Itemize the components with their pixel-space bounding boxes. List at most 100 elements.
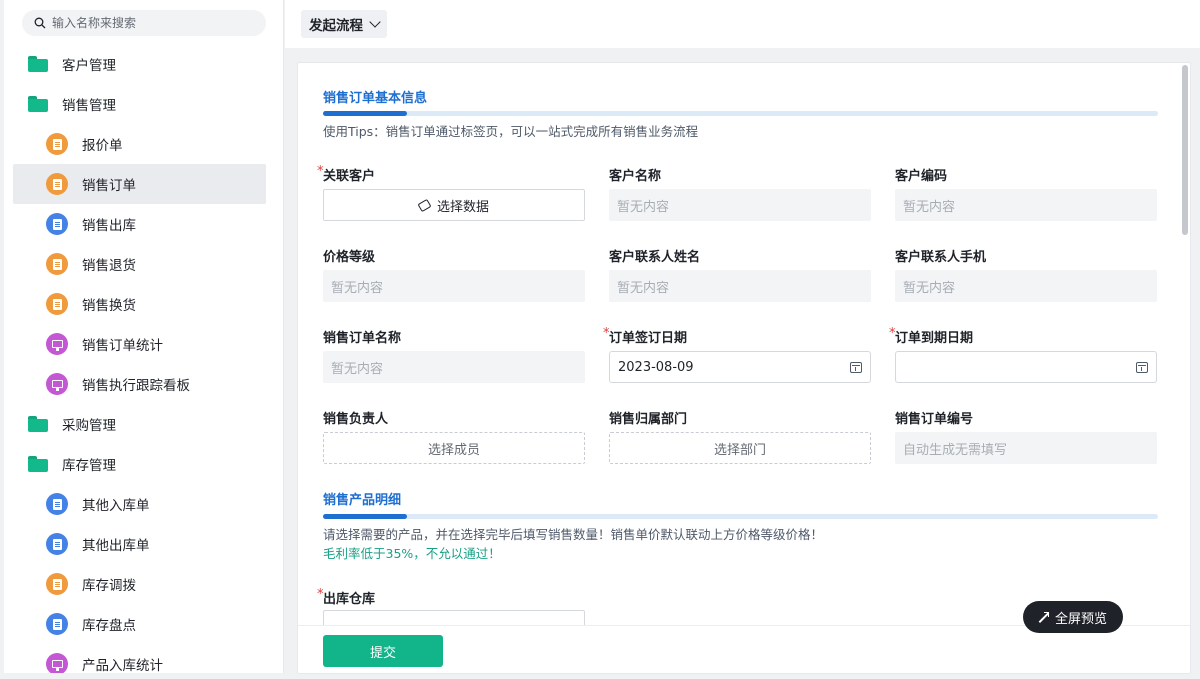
required-mark: *: [317, 164, 324, 179]
expand-icon: [1039, 612, 1049, 622]
search-input[interactable]: [52, 16, 252, 30]
sign-date-value: 2023-08-09: [618, 359, 694, 375]
nav-tree: 客户管理销售管理报价单 销售订单销售出库销售退货销售换货销售订单统计销售执行跟踪看…: [4, 44, 283, 673]
section-title-products: 销售产品明细: [323, 493, 402, 508]
calendar-icon[interactable]: [1136, 362, 1148, 373]
label-customer-code: 客户编码: [895, 169, 948, 184]
label-sign-date: * 订单签订日期: [603, 326, 688, 346]
customer-name-field: 暂无内容: [609, 189, 871, 221]
sidebar-item-4[interactable]: 销售出库: [4, 204, 283, 244]
label-price-level: 价格等级: [323, 250, 376, 265]
order-name-field: 暂无内容: [323, 351, 585, 383]
dashboard-icon: [46, 333, 68, 355]
section-title-basic: 销售订单基本信息: [323, 91, 428, 106]
document-icon: [46, 533, 68, 555]
section-divider-products: [323, 514, 1158, 519]
due-date-input[interactable]: [895, 351, 1157, 383]
search-box[interactable]: [22, 10, 266, 36]
label-owner: 销售负责人: [323, 412, 389, 427]
select-department-button[interactable]: 选择部门: [609, 432, 871, 464]
fullscreen-preview-button[interactable]: 全屏预览: [1023, 601, 1123, 633]
dashboard-icon: [46, 373, 68, 395]
label-department: 销售归属部门: [609, 412, 688, 427]
calendar-icon[interactable]: [850, 362, 862, 373]
select-data-button[interactable]: 选择数据: [323, 189, 585, 221]
document-icon: [46, 213, 68, 235]
required-mark: *: [317, 587, 324, 602]
margin-warning: 毛利率低于35%，不允以通过！: [323, 546, 501, 561]
sidebar-item-label: 销售出库: [82, 218, 136, 234]
select-data-label: 选择数据: [436, 199, 489, 215]
chevron-down-icon: [369, 16, 381, 28]
label-order-name: 销售订单名称: [323, 331, 402, 346]
folder-icon: [28, 96, 48, 112]
sidebar-item-label: 产品入库统计: [82, 658, 163, 673]
sidebar: 客户管理销售管理报价单销售订单销售出库销售退货销售换货销售订单统计销售执行跟踪看…: [4, 0, 284, 673]
sidebar-item-label: 库存调拨: [82, 578, 136, 594]
label-customer-name: 客户名称: [609, 169, 662, 184]
label-order-no: 销售订单编号: [895, 412, 974, 427]
submit-button[interactable]: 提交: [323, 635, 443, 667]
top-bar: 发起流程: [285, 0, 1200, 48]
sidebar-item-label: 其他入库单: [82, 498, 150, 514]
sidebar-item-0[interactable]: 客户管理: [4, 44, 283, 84]
sidebar-item-label: 库存盘点: [82, 618, 136, 634]
sign-date-input[interactable]: 2023-08-09: [609, 351, 871, 383]
start-flow-button[interactable]: 发起流程: [301, 10, 387, 38]
required-mark: *: [603, 326, 610, 341]
folder-icon: [28, 456, 48, 472]
label-contact-phone: 客户联系人手机: [895, 250, 987, 265]
sidebar-item-label: 其他出库单: [82, 538, 150, 554]
order-no-field: 自动生成无需填写: [895, 432, 1157, 464]
sidebar-item-12[interactable]: 其他出库单: [4, 524, 283, 564]
sidebar-item-2[interactable]: 报价单: [4, 124, 283, 164]
sidebar-item-1[interactable]: 销售管理: [4, 84, 283, 124]
sidebar-item-8[interactable]: 销售执行跟踪看板: [4, 364, 283, 404]
sidebar-item-15[interactable]: 产品入库统计: [4, 644, 283, 673]
folder-icon: [28, 416, 48, 432]
sidebar-item-6[interactable]: 销售换货: [4, 284, 283, 324]
label-warehouse: * 出库仓库: [317, 587, 376, 607]
sidebar-item-label: 库存管理: [62, 458, 116, 474]
document-icon: [46, 613, 68, 635]
document-icon: [46, 293, 68, 315]
sidebar-item-5[interactable]: 销售退货: [4, 244, 283, 284]
document-icon: [46, 173, 68, 195]
sidebar-item-label: 销售执行跟踪看板: [82, 378, 190, 394]
sidebar-item-label: 销售管理: [62, 98, 116, 114]
sidebar-item-10[interactable]: 库存管理: [4, 444, 283, 484]
sidebar-item-14[interactable]: 库存盘点: [4, 604, 283, 644]
contact-phone-field: 暂无内容: [895, 270, 1157, 302]
sidebar-item-11[interactable]: 其他入库单: [4, 484, 283, 524]
customer-code-field: 暂无内容: [895, 189, 1157, 221]
label-contact-name: 客户联系人姓名: [609, 250, 701, 265]
form-panel: 销售订单基本信息 使用Tips：销售订单通过标签页，可以一站式完成所有销售业务流…: [297, 62, 1191, 674]
contact-name-field: 暂无内容: [609, 270, 871, 302]
sidebar-item-label: 销售换货: [82, 298, 136, 314]
sidebar-item-13[interactable]: 库存调拨: [4, 564, 283, 604]
sidebar-item-7[interactable]: 销售订单统计: [4, 324, 283, 364]
search-icon: [34, 17, 46, 29]
document-icon: [46, 253, 68, 275]
document-icon: [46, 573, 68, 595]
label-customer-link: * 关联客户: [317, 164, 376, 184]
sidebar-item-label: 客户管理: [62, 58, 116, 74]
dashboard-icon: [46, 653, 68, 673]
fullscreen-preview-label: 全屏预览: [1054, 611, 1107, 627]
sidebar-item-label: 销售退货: [82, 258, 136, 274]
folder-icon: [28, 56, 48, 72]
document-icon: [46, 493, 68, 515]
scrollbar-thumb[interactable]: [1182, 65, 1188, 235]
sidebar-item-label: 采购管理: [62, 418, 116, 434]
section-tip-basic: 使用Tips：销售订单通过标签页，可以一站式完成所有销售业务流程: [323, 124, 699, 139]
section-divider-basic: [323, 111, 1158, 116]
sidebar-item-label: 销售订单统计: [82, 338, 163, 354]
tag-icon: [417, 198, 432, 212]
select-member-button[interactable]: 选择成员: [323, 432, 585, 464]
label-due-date: * 订单到期日期: [889, 326, 974, 346]
sidebar-item-3[interactable]: 销售订单: [13, 164, 266, 204]
price-level-field: 暂无内容: [323, 270, 585, 302]
sidebar-item-9[interactable]: 采购管理: [4, 404, 283, 444]
required-mark: *: [889, 326, 896, 341]
document-icon: [46, 133, 68, 155]
